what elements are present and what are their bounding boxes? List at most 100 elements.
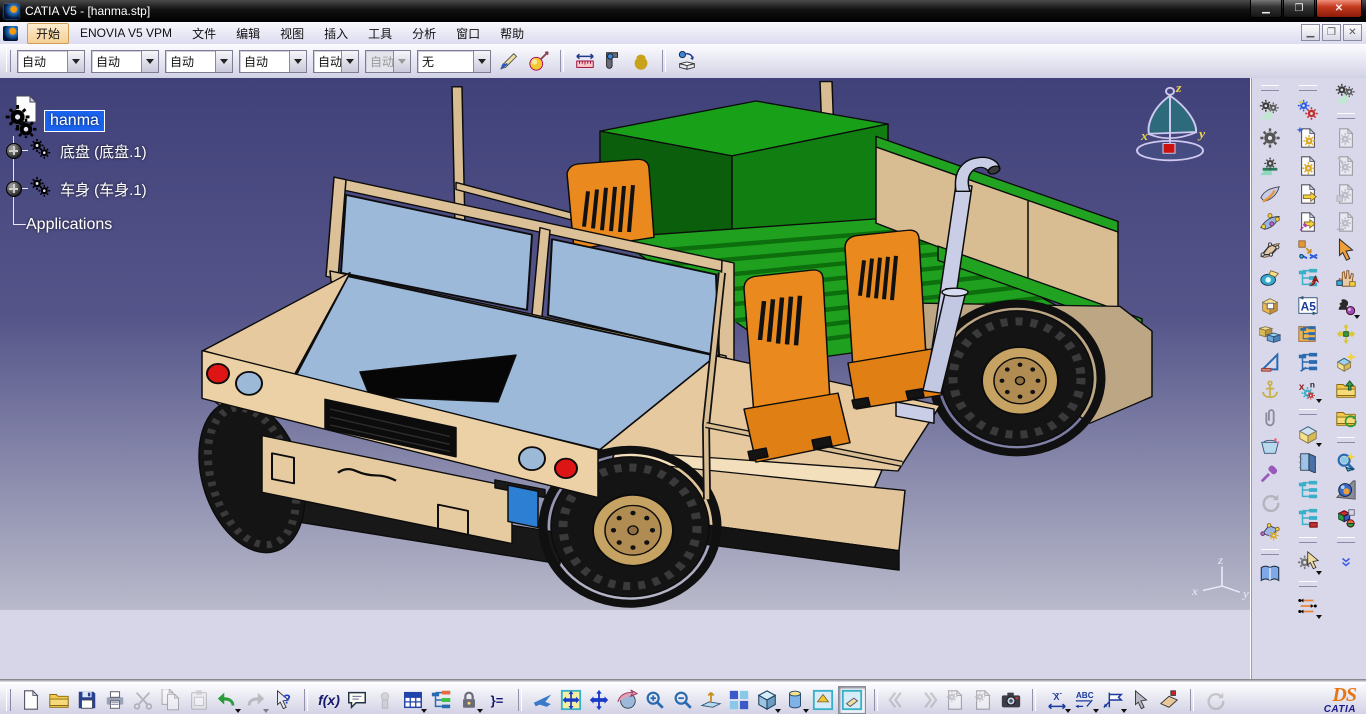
combo-graphic-2[interactable]: 自动 (91, 49, 159, 73)
flyout-caret[interactable] (1316, 443, 1322, 447)
a5-numbering-icon[interactable]: A5 (1295, 293, 1321, 319)
set-square-icon[interactable] (1257, 349, 1283, 375)
normal-view-icon[interactable] (698, 687, 724, 713)
undo-arrow-icon[interactable] (214, 687, 241, 713)
magic-wand-sphere-icon[interactable] (526, 48, 552, 74)
flyout-caret[interactable] (1316, 399, 1322, 403)
flyout-caret[interactable] (1121, 709, 1127, 713)
menu-help[interactable]: 帮助 (491, 23, 533, 44)
flyout-caret[interactable] (1065, 709, 1071, 713)
tree-orange-icon[interactable] (1295, 321, 1321, 347)
hide-show-box-icon[interactable] (810, 687, 836, 713)
kettlebell-inertia-icon[interactable] (628, 48, 654, 74)
mdi-restore-button[interactable]: ❐ (1322, 24, 1341, 41)
toolbar-handle[interactable] (1299, 581, 1317, 587)
pan-cross-icon[interactable] (586, 687, 612, 713)
viewport-3d[interactable]: x y z z x y hanma 底盘 (底盘.1) 车身 (车身.1) Ap… (0, 78, 1250, 679)
toolbar-handle[interactable] (1337, 113, 1355, 119)
menu-edit[interactable]: 编辑 (227, 23, 269, 44)
braces-equal-icon[interactable]: }= (484, 687, 510, 713)
combo-graphic-5[interactable]: 自动 (313, 49, 359, 73)
chevron-down-icon[interactable] (473, 50, 490, 72)
caliper-measure-icon[interactable] (600, 48, 626, 74)
tree-blue-icon[interactable] (1295, 349, 1321, 375)
chevron-down-icon[interactable] (289, 50, 306, 72)
box-arrow-icon[interactable] (1295, 237, 1321, 263)
fly-plane-icon[interactable] (530, 687, 556, 713)
pointer-3d-icon[interactable] (1128, 687, 1154, 713)
combo-graphic-1[interactable]: 自动 (17, 49, 85, 73)
zoom-in-magnifier-icon[interactable] (642, 687, 668, 713)
speech-bubble-icon[interactable] (344, 687, 370, 713)
product-node-icon[interactable] (29, 176, 55, 200)
new-document-icon[interactable] (18, 687, 44, 713)
rotate-sphere-icon[interactable] (614, 687, 640, 713)
menu-analyze[interactable]: 分析 (403, 23, 445, 44)
flyout-caret[interactable] (803, 709, 809, 713)
mdi-close-button[interactable]: ✕ (1343, 24, 1362, 41)
flag-annotation-icon[interactable] (1100, 687, 1127, 713)
toolbar-handle[interactable] (1261, 85, 1279, 91)
menu-window[interactable]: 窗口 (447, 23, 489, 44)
tree-root-label[interactable]: hanma (44, 110, 105, 132)
chevron-down-icon[interactable] (141, 50, 158, 72)
tree-cyan-icon[interactable] (1295, 477, 1321, 503)
multi-view-icon[interactable] (726, 687, 752, 713)
flyout-caret[interactable] (477, 709, 483, 713)
toolbar-handle[interactable] (1337, 537, 1355, 543)
tree-node-applications[interactable]: Applications (26, 216, 112, 234)
flyout-caret[interactable] (421, 709, 427, 713)
minimize-button[interactable]: ▁ (1250, 0, 1282, 18)
surface-book-icon[interactable] (1257, 181, 1283, 207)
menu-start[interactable]: 开始 (27, 22, 70, 44)
colored-boxes-icon[interactable] (1333, 505, 1359, 531)
expand-plus-icon[interactable] (6, 181, 22, 197)
camera-capture-icon[interactable] (998, 687, 1024, 713)
screwdriver-icon[interactable] (1257, 461, 1283, 487)
mdi-minimize-button[interactable]: ▁ (1301, 24, 1320, 41)
anchor-icon[interactable] (1257, 377, 1283, 403)
save-floppy-icon[interactable] (74, 687, 100, 713)
product-node-icon[interactable] (29, 138, 55, 162)
title-bar[interactable]: CATIA V5 - [hanma.stp] ▁ ❐ ✕ (0, 0, 1366, 22)
flyout-caret[interactable] (1316, 615, 1322, 619)
door-window-icon[interactable] (1295, 449, 1321, 475)
blue-boxes-icon[interactable] (1257, 321, 1283, 347)
ruler-measure-icon[interactable] (572, 48, 598, 74)
menu-tools[interactable]: 工具 (359, 23, 401, 44)
flyout-caret[interactable] (1316, 571, 1322, 575)
flyout-caret[interactable] (1354, 315, 1360, 319)
toolbar-handle[interactable] (1299, 85, 1317, 91)
basin-icon[interactable] (1257, 433, 1283, 459)
knight-sphere-icon[interactable] (1333, 293, 1360, 319)
xn-gear-icon[interactable]: xn (1295, 377, 1322, 403)
toolbar-grip[interactable] (6, 50, 11, 72)
menu-enovia[interactable]: ENOVIA V5 VPM (71, 24, 181, 42)
toolbar-handle[interactable] (1337, 437, 1355, 443)
gear-cursor-icon[interactable] (1295, 549, 1322, 575)
pen-camera-icon[interactable] (1257, 265, 1283, 291)
print-icon[interactable] (102, 687, 128, 713)
sphere-arrow-box-icon[interactable] (674, 48, 700, 74)
eraser-red-icon[interactable] (1156, 687, 1182, 713)
render-cylinder-icon[interactable] (782, 687, 809, 713)
paintbrush-icon[interactable] (498, 48, 524, 74)
doc-gear-icon[interactable] (1295, 153, 1321, 179)
flyout-caret[interactable] (235, 709, 241, 713)
menu-view[interactable]: 视图 (271, 23, 313, 44)
orange-arrows-icon[interactable] (1295, 593, 1322, 619)
maximize-button[interactable]: ❐ (1283, 0, 1315, 18)
book-icon[interactable] (1257, 561, 1283, 587)
gear-workbench-icon[interactable] (1257, 153, 1283, 179)
product-root-icon[interactable] (4, 94, 44, 138)
fit-all-icon[interactable] (558, 687, 584, 713)
tree-red-arrow-icon[interactable] (1295, 265, 1321, 291)
flyout-caret[interactable] (775, 709, 781, 713)
render-sphere-icon[interactable] (1333, 477, 1359, 503)
gear-icon[interactable] (1257, 125, 1283, 151)
double-chevron-down-icon[interactable] (1333, 549, 1359, 575)
doc-wrench-icon[interactable] (1295, 209, 1321, 235)
open-folder-icon[interactable] (46, 687, 72, 713)
four-arrows-icon[interactable] (1333, 321, 1359, 347)
close-button[interactable]: ✕ (1316, 0, 1362, 18)
